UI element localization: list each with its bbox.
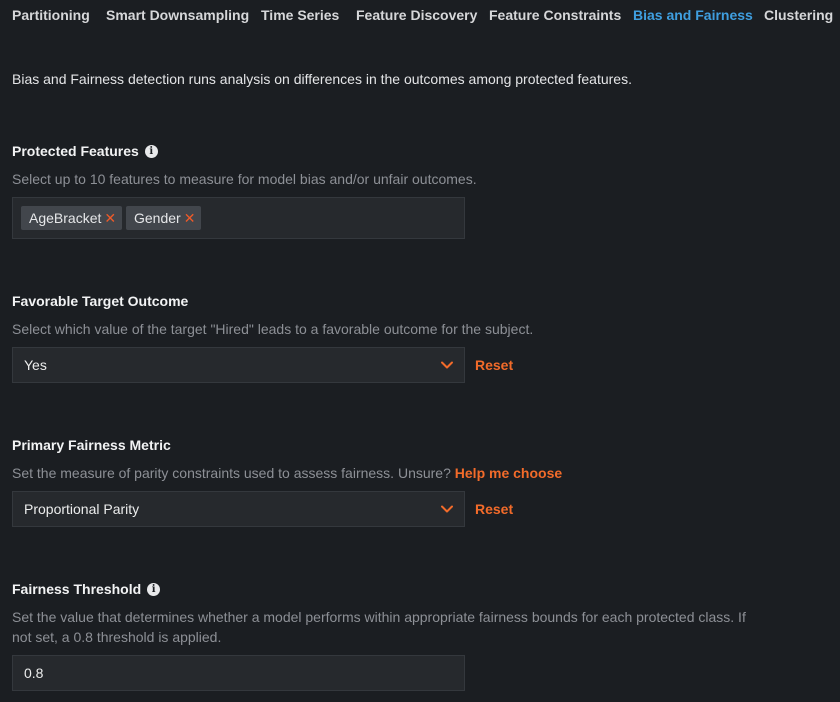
favorable-outcome-title: Favorable Target Outcome [12,293,189,309]
fairness-threshold-label: Fairness Threshold [12,581,142,597]
tab-time-series[interactable]: Time Series [261,7,339,23]
remove-tag-icon[interactable]: ✕ [104,206,116,230]
primary-metric-value: Proportional Parity [24,501,140,517]
feature-tag-gender: Gender ✕ [126,206,201,230]
fairness-threshold-helper-line1: Set the value that determines whether a … [12,609,746,625]
primary-metric-reset-button[interactable]: Reset [475,501,513,517]
protected-features-input[interactable]: AgeBracket ✕ Gender ✕ [12,197,465,239]
remove-tag-icon[interactable]: ✕ [184,206,196,230]
feature-tag-label: AgeBracket [29,210,102,226]
info-icon[interactable]: i [147,582,161,596]
chevron-down-icon [441,361,453,369]
tab-bias-and-fairness[interactable]: Bias and Fairness [633,7,753,23]
primary-metric-select[interactable]: Proportional Parity [12,491,465,527]
favorable-outcome-reset-button[interactable]: Reset [475,357,513,373]
tab-feature-constraints[interactable]: Feature Constraints [489,7,621,23]
protected-features-title: Protected Features i [12,143,158,159]
fairness-threshold-title: Fairness Threshold i [12,581,161,597]
tab-partitioning[interactable]: Partitioning [12,7,90,23]
tab-feature-discovery[interactable]: Feature Discovery [356,7,477,23]
fairness-threshold-value: 0.8 [24,665,44,681]
primary-metric-helper: Set the measure of parity constraints us… [12,463,562,483]
feature-tag-label: Gender [134,210,181,226]
info-icon[interactable]: i [144,144,158,158]
tab-smart-downsampling[interactable]: Smart Downsampling [106,7,249,23]
primary-metric-helper-text: Set the measure of parity constraints us… [12,465,451,481]
tab-clustering[interactable]: Clustering [764,7,833,23]
intro-text: Bias and Fairness detection runs analysi… [12,71,632,87]
favorable-outcome-select[interactable]: Yes [12,347,465,383]
favorable-outcome-helper: Select which value of the target "Hired"… [12,321,534,337]
protected-features-helper: Select up to 10 features to measure for … [12,171,477,187]
fairness-threshold-helper-line2: not set, a 0.8 threshold is applied. [12,629,222,645]
help-me-choose-link[interactable]: Help me choose [455,465,562,481]
feature-tag-agebracket: AgeBracket ✕ [21,206,122,230]
protected-features-label: Protected Features [12,143,139,159]
primary-metric-title: Primary Fairness Metric [12,437,171,453]
settings-tabs: Partitioning Smart Downsampling Time Ser… [0,0,840,30]
chevron-down-icon [441,505,453,513]
favorable-outcome-value: Yes [24,357,47,373]
fairness-threshold-input[interactable]: 0.8 [12,655,465,691]
